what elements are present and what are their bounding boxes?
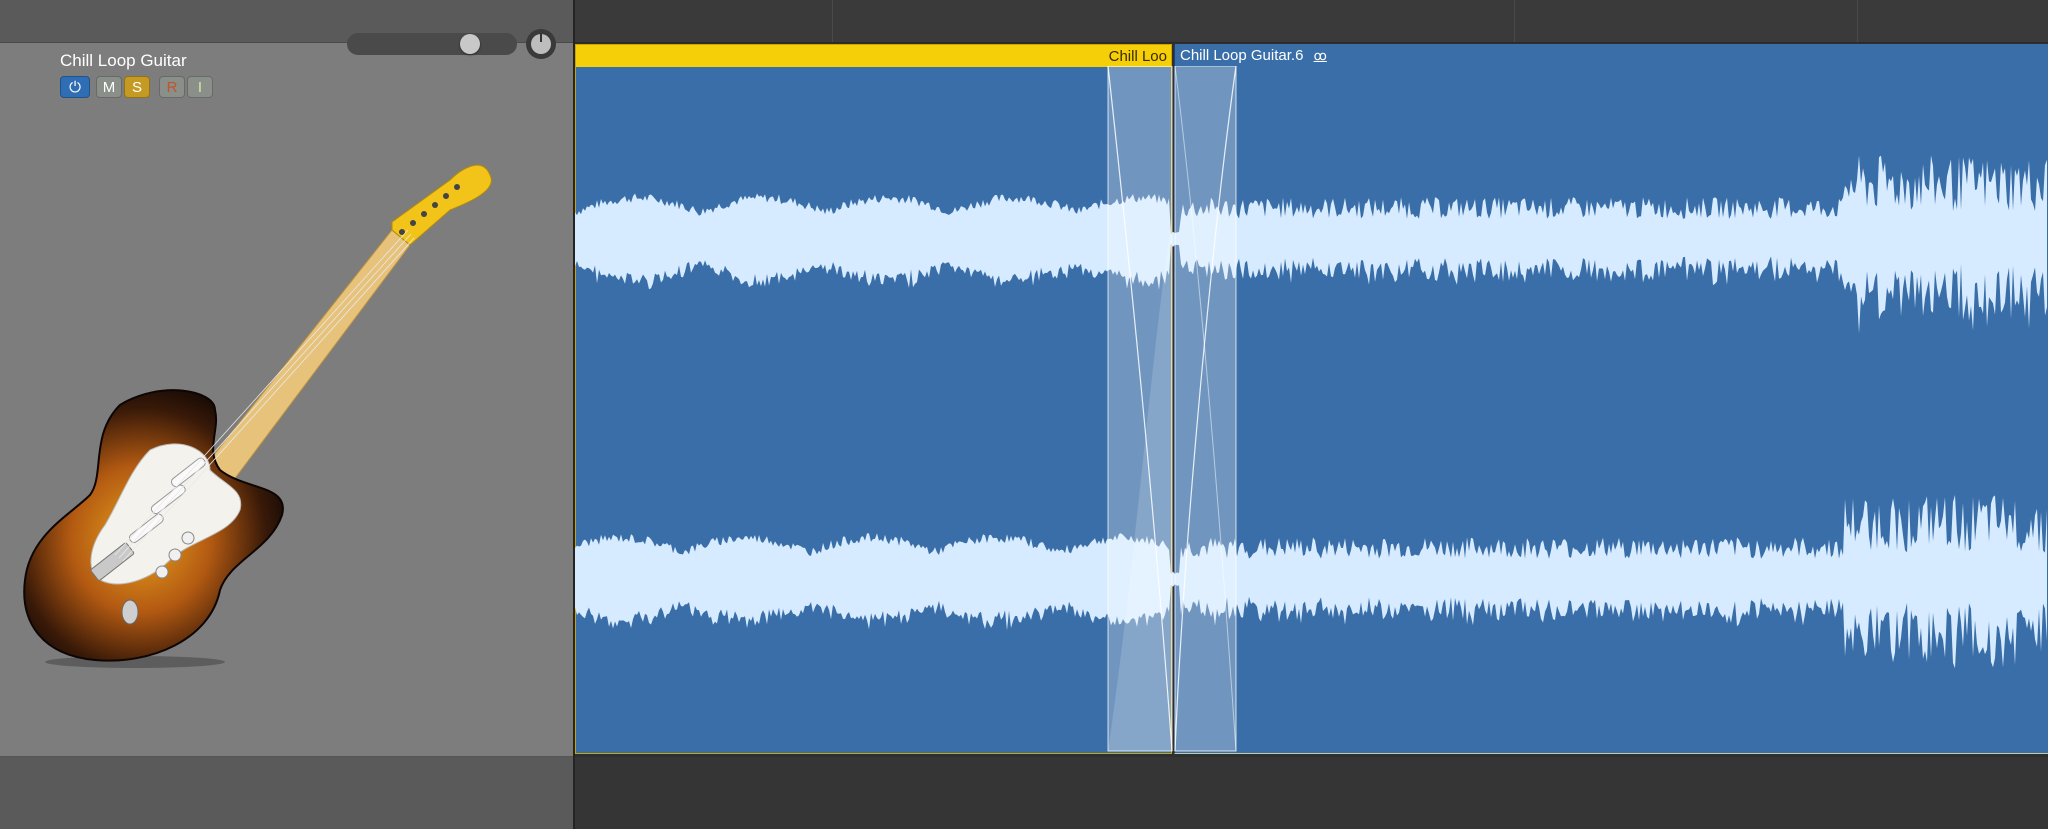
region-header[interactable]: Chill Loo xyxy=(576,45,1171,67)
waveform-channel-left xyxy=(575,155,2047,334)
audio-waveform xyxy=(575,155,2047,669)
track-list-empty-area[interactable] xyxy=(0,757,573,829)
solo-button[interactable]: S xyxy=(124,76,150,98)
loop-icon: ꝏ xyxy=(1313,48,1327,63)
region-name: Chill Loo xyxy=(1108,48,1167,65)
timeline-empty-area[interactable] xyxy=(575,757,2048,829)
ruler-tick xyxy=(1857,0,1858,42)
ruler-tick xyxy=(1514,0,1515,42)
volume-slider-thumb[interactable] xyxy=(459,34,480,54)
region-header[interactable]: Chill Loop Guitar.6 ꝏ xyxy=(1180,47,1327,64)
region-name: Chill Loop Guitar.6 xyxy=(1180,47,1304,64)
volume-slider[interactable] xyxy=(347,33,517,55)
crossfade-overlay[interactable] xyxy=(1105,66,1240,754)
crossfade-right xyxy=(1174,66,1237,752)
input-monitor-button[interactable]: I xyxy=(187,76,213,98)
record-enable-button[interactable]: R xyxy=(159,76,185,98)
waveform-channel-right xyxy=(575,495,2047,669)
mute-button[interactable]: M xyxy=(96,76,122,98)
track-on-button[interactable]: ⏻ xyxy=(60,76,90,98)
pan-knob-indicator xyxy=(540,34,542,42)
timeline-ruler[interactable] xyxy=(575,0,2048,43)
power-icon: ⏻ xyxy=(69,79,81,96)
electric-guitar-icon xyxy=(23,164,492,668)
track-name[interactable]: Chill Loop Guitar xyxy=(60,51,187,71)
ruler-tick xyxy=(832,0,833,42)
